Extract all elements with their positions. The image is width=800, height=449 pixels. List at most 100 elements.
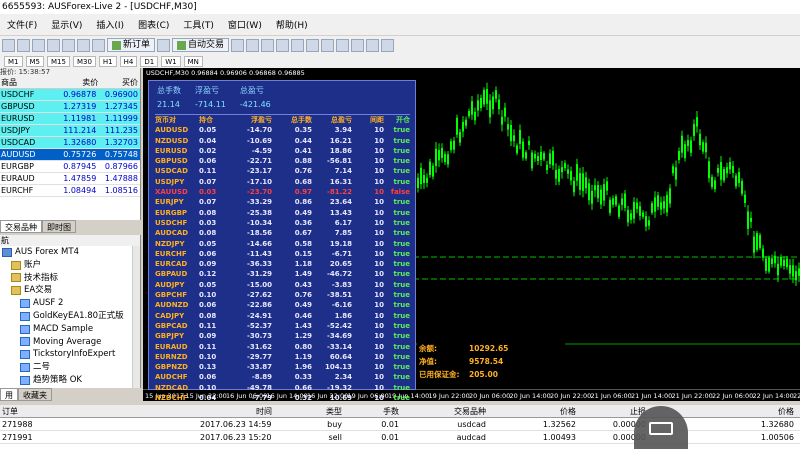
metaeditor-icon[interactable] [157, 38, 171, 52]
candle-body [534, 153, 536, 159]
market-watch-row[interactable]: USDJPY 111.214 111.235 [0, 125, 140, 137]
navigator-icon[interactable] [62, 38, 75, 52]
ea-table: 货币对 持仓 浮盈亏 总手数 总盈亏 间距 开仓 AUDUSD 0.05 -14.70 0.35 3… [155, 114, 410, 403]
candle-body [672, 166, 674, 174]
navigator-item[interactable]: Moving Average [0, 336, 140, 349]
menu-item[interactable]: 窗口(W) [221, 18, 269, 31]
market-watch-row[interactable]: GBPUSD 1.27319 1.27345 [0, 101, 140, 113]
candle-body [624, 193, 626, 208]
ea-cell: -30.73 [246, 332, 272, 341]
tile-windows-icon[interactable] [306, 38, 320, 52]
menu-item[interactable]: 文件(F) [0, 18, 44, 31]
ea-column-header: 开仓 [396, 116, 410, 124]
terminal-cell: 1.00493 [542, 433, 576, 442]
menu-item[interactable]: 显示(V) [44, 18, 89, 31]
symbol-cell: USDJPY [1, 126, 30, 135]
navigator-item[interactable]: AUSF 2 [0, 297, 140, 310]
tab-tick-chart[interactable]: 即时图 [42, 220, 76, 233]
tester-icon[interactable] [92, 38, 105, 52]
ea-table-row: EURCAD 0.09 -36.33 1.18 20.65 10 true [155, 259, 410, 269]
ea-cell: true [393, 146, 410, 155]
bid-cell: 0.96878 [63, 90, 97, 99]
candle-body [462, 121, 464, 132]
zoom-out-icon[interactable] [291, 38, 305, 52]
market-watch-row[interactable]: USDCAD 1.32680 1.32703 [0, 137, 140, 149]
menu-item[interactable]: 帮助(H) [269, 18, 315, 31]
tab-symbols[interactable]: 交易品种 [0, 220, 42, 233]
symbol-cell: EURAUD [1, 174, 35, 183]
candle-body [795, 271, 797, 281]
navigator-item[interactable]: EA交易 [0, 284, 140, 297]
menu-item[interactable]: 工具(T) [176, 18, 221, 31]
navigator-item[interactable]: 账户 [0, 259, 140, 272]
navigator-item[interactable]: 趋势策略 OK [0, 374, 140, 387]
tab-favorites[interactable]: 收藏夹 [18, 388, 52, 401]
ask-cell: 1.47888 [104, 174, 138, 183]
terminal-cell: sell [328, 433, 342, 442]
ea-cell: -27.62 [246, 291, 272, 300]
indicators-icon[interactable] [351, 38, 365, 52]
ea-cell: GBPNZD [155, 363, 188, 372]
candle-body [600, 189, 602, 205]
market-watch-row[interactable]: EURCHF 1.08494 1.08516 [0, 185, 140, 197]
candlestick-icon[interactable] [246, 38, 260, 52]
navigator-item[interactable]: TickstoryInfoExpert [0, 348, 140, 361]
market-watch-row[interactable]: EURUSD 1.11981 1.11999 [0, 113, 140, 125]
market-watch-icon[interactable] [32, 38, 45, 52]
bar-chart-icon[interactable] [231, 38, 245, 52]
candle-body [744, 194, 746, 203]
menu-item[interactable]: 插入(I) [89, 18, 131, 31]
timeframe-button[interactable]: M30 [72, 55, 96, 67]
timeframe-button[interactable]: M5 [25, 55, 44, 67]
line-chart-icon[interactable] [261, 38, 275, 52]
time-axis-label: 20 Jun 14:00 [509, 392, 551, 400]
ea-cell: 104.13 [324, 363, 352, 372]
timeframe-button[interactable]: MN [183, 55, 203, 67]
autoscroll-icon[interactable] [321, 38, 335, 52]
navigator-scrollbar[interactable] [132, 246, 140, 388]
navigator-item[interactable]: 二号 [0, 361, 140, 374]
templates-icon[interactable] [381, 38, 395, 52]
navigator-item-label: AUSF 2 [33, 298, 64, 309]
market-watch-row[interactable]: USDCHF 0.96878 0.96900 [0, 89, 140, 101]
new-order-button[interactable]: 新订单 [107, 38, 156, 52]
ea-cell: 0.44 [294, 136, 312, 145]
ea-cell: 0.05 [199, 126, 217, 135]
timeframe-button[interactable]: H4 [119, 55, 138, 67]
tab-common[interactable]: 用 [0, 388, 18, 401]
profiles-icon[interactable] [17, 38, 30, 52]
ea-cell: 0.97 [294, 188, 312, 197]
symbol-cell: USDCHF [1, 90, 35, 99]
market-watch-row[interactable]: EURGBP 0.87945 0.87966 [0, 161, 140, 173]
timeframe-button[interactable]: D1 [140, 55, 159, 67]
periods-icon[interactable] [366, 38, 380, 52]
new-chart-icon[interactable] [2, 38, 15, 52]
market-watch-row[interactable]: EURAUD 1.47859 1.47888 [0, 173, 140, 185]
candle-body [453, 140, 455, 150]
auto-trade-button[interactable]: 自动交易 [172, 38, 230, 52]
navigator-item[interactable]: 技术指标 [0, 272, 140, 285]
navigator-item[interactable]: MACD Sample [0, 323, 140, 336]
navigator-item[interactable]: AUS Forex MT4 [0, 246, 140, 259]
navigator-item[interactable]: GoldKeyEA1.80正式版 [0, 310, 140, 323]
navigator: 航 AUS Forex MT4 账户 技术指标 EA交易 AUSF 2 GoldKeyEA… [0, 235, 141, 388]
ask-cell: 1.27345 [104, 102, 138, 111]
timeframe-button[interactable]: W1 [161, 55, 181, 67]
timeframe-button[interactable]: M1 [4, 55, 23, 67]
bid-cell: 1.47859 [63, 174, 97, 183]
ea-cell: 20.65 [329, 260, 352, 269]
navigator-tabs: 用 收藏夹 [0, 388, 141, 401]
zoom-in-icon[interactable] [276, 38, 290, 52]
market-watch-header: 报价: 15:38:57 [0, 68, 140, 77]
terminal-icon[interactable] [77, 38, 90, 52]
menu-item[interactable]: 图表(C) [131, 18, 176, 31]
market-watch-row[interactable]: AUDUSD 0.75726 0.75748 [0, 149, 140, 161]
data-window-icon[interactable] [47, 38, 60, 52]
chart-shift-icon[interactable] [336, 38, 350, 52]
candle-body [435, 148, 437, 166]
timeframe-button[interactable]: H1 [98, 55, 117, 67]
ea-cell: 10 [374, 394, 384, 403]
timeframe-button[interactable]: M15 [47, 55, 70, 67]
ea-table-row: NZDUSD 0.04 -10.69 0.44 16.21 10 true [155, 136, 410, 146]
ea-summary-label: 总盈亏 [239, 86, 264, 95]
